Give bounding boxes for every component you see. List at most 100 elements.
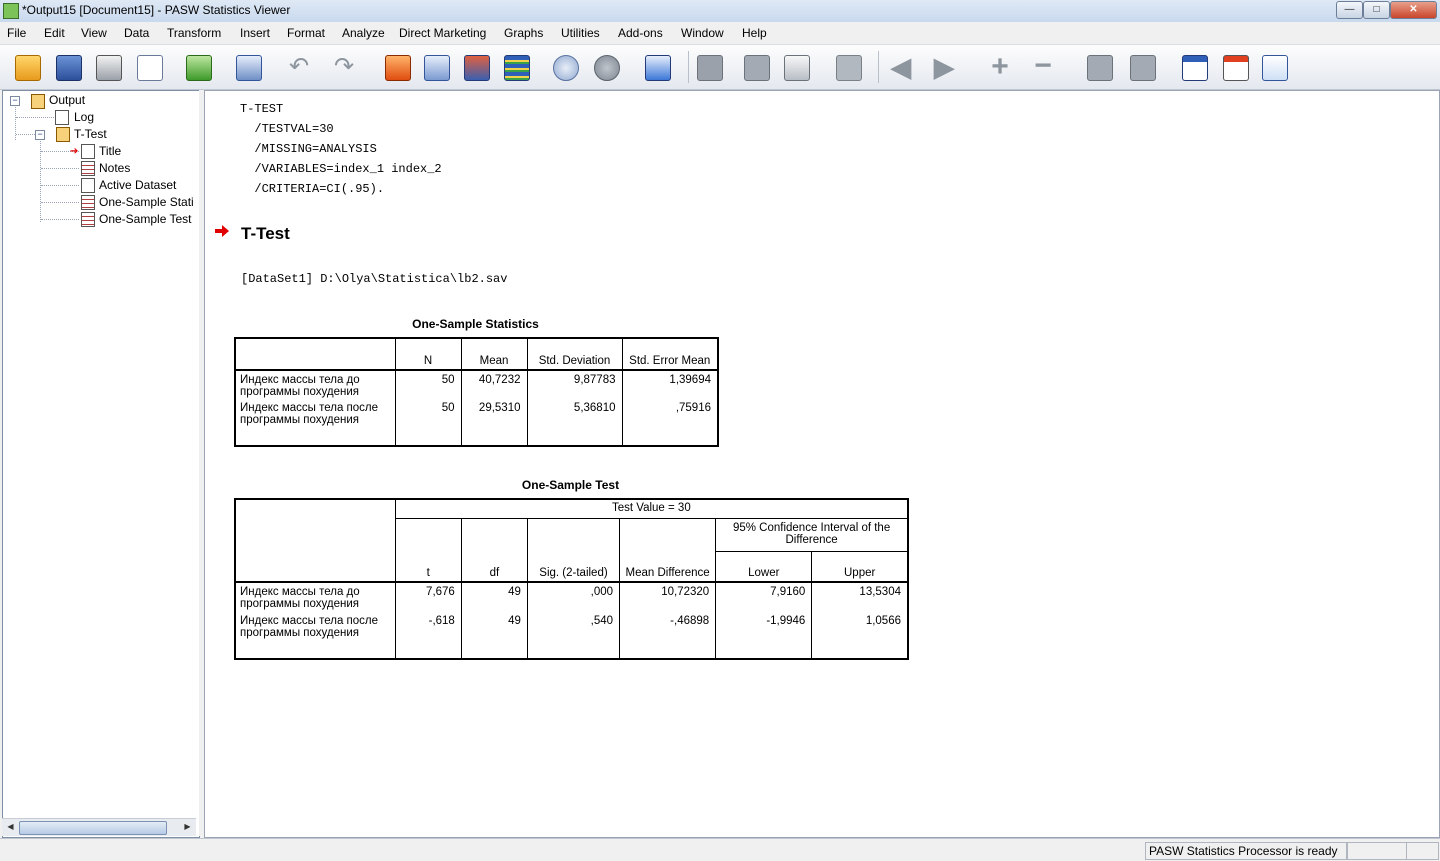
- tree-line: [41, 202, 79, 203]
- maximize-button[interactable]: □: [1363, 1, 1390, 19]
- cell-se: 1,39694: [621, 370, 718, 402]
- export-table-icon[interactable]: [1259, 52, 1289, 82]
- scroll-left-arrow-icon[interactable]: ◀: [4, 821, 17, 833]
- menu-bar: File Edit View Data Transform Insert For…: [0, 22, 1440, 44]
- cell-lower: -1,9946: [715, 615, 812, 659]
- pivot-icon[interactable]: [1179, 52, 1209, 82]
- variables-icon[interactable]: [501, 52, 531, 82]
- row-label: Индекс массы тела после программы похуде…: [240, 615, 379, 639]
- cell-t: -,618: [394, 615, 462, 659]
- export-icon[interactable]: [183, 52, 213, 82]
- show-all-icon[interactable]: [591, 52, 621, 82]
- menu-utilities[interactable]: Utilities: [561, 26, 600, 40]
- menu-add-ons[interactable]: Add-ons: [618, 26, 663, 40]
- menu-file[interactable]: File: [7, 26, 26, 40]
- cell-mean-difference: 10,72320: [619, 582, 716, 615]
- goto-case-icon[interactable]: [421, 52, 451, 82]
- hide-icon[interactable]: [1127, 52, 1157, 82]
- row-label: Индекс массы тела до программы похудения: [240, 374, 360, 398]
- menu-format[interactable]: Format: [287, 26, 325, 40]
- header-df: df: [460, 518, 528, 583]
- print-icon[interactable]: [93, 52, 123, 82]
- outline-horizontal-scrollbar[interactable]: ◀ ▶: [2, 818, 196, 836]
- forward-icon[interactable]: ▶: [929, 52, 959, 82]
- menu-analyze[interactable]: Analyze: [342, 26, 385, 40]
- title-bar: *Output15 [Document15] - PASW Statistics…: [0, 0, 1440, 23]
- cell-sd: 5,36810: [526, 402, 622, 446]
- menu-transform[interactable]: Transform: [167, 26, 221, 40]
- one-sample-test-table[interactable]: Test Value = 30 t df Sig. (2-tailed) Mea…: [234, 498, 909, 660]
- cell-sd: 9,87783: [526, 370, 622, 402]
- window-title: *Output15 [Document15] - PASW Statistics…: [22, 3, 291, 17]
- insert-heading-icon[interactable]: [741, 52, 771, 82]
- table-row: Индекс массы тела до программы похудения…: [235, 582, 908, 615]
- toolbar-separator: [688, 51, 689, 83]
- select-cases-icon[interactable]: [642, 52, 672, 82]
- show-icon[interactable]: [1084, 52, 1114, 82]
- export-outline-icon[interactable]: [1220, 52, 1250, 82]
- stats-table-icon: [81, 195, 95, 210]
- header-lower: Lower: [715, 551, 812, 583]
- scroll-thumb[interactable]: [19, 821, 167, 835]
- collapse-icon[interactable]: −: [1028, 51, 1058, 82]
- cell-se: ,75916: [621, 402, 718, 446]
- header-std-deviation: Std. Deviation: [526, 338, 622, 371]
- cell-sig: ,540: [526, 615, 620, 659]
- redo-icon[interactable]: ↷: [329, 52, 359, 82]
- menu-graphs[interactable]: Graphs: [504, 26, 543, 40]
- collapse-ttest-toggle[interactable]: −: [35, 130, 45, 140]
- section-title: T-Test: [241, 224, 290, 243]
- table-row: Индекс массы тела до программы похудения…: [235, 370, 718, 402]
- cell-upper: 1,0566: [811, 615, 908, 659]
- goto-variable-icon[interactable]: [461, 52, 491, 82]
- test-table-title: One-Sample Test: [521, 478, 620, 492]
- output-contents-pane: T-TEST /TESTVAL=30 /MISSING=ANALYSIS /VA…: [204, 90, 1440, 838]
- goto-data-icon[interactable]: [382, 52, 412, 82]
- title-doc-icon: [81, 144, 95, 159]
- pasw-app-icon: [3, 3, 19, 19]
- pane-splitter[interactable]: [199, 90, 203, 836]
- status-bar: PASW Statistics Processor is ready: [0, 838, 1440, 861]
- use-sets-icon[interactable]: [550, 52, 580, 82]
- cell-sig: ,000: [526, 582, 620, 615]
- tree-line: [41, 168, 79, 169]
- menu-window[interactable]: Window: [681, 26, 724, 40]
- menu-help[interactable]: Help: [742, 26, 767, 40]
- one-sample-statistics-table[interactable]: N Mean Std. Deviation Std. Error Mean Ин…: [234, 337, 719, 447]
- cell-upper: 13,5304: [811, 582, 908, 615]
- print-preview-icon[interactable]: [134, 52, 164, 82]
- expand-icon[interactable]: +: [985, 52, 1015, 82]
- menu-view[interactable]: View: [81, 26, 107, 40]
- insert-title-icon[interactable]: [781, 52, 811, 82]
- cell-df: 49: [460, 582, 528, 615]
- open-icon[interactable]: [12, 52, 42, 82]
- cell-lower: 7,9160: [715, 582, 812, 615]
- header-blank: [235, 338, 395, 371]
- undo-icon[interactable]: ↶: [284, 52, 314, 82]
- menu-direct-marketing[interactable]: Direct Marketing: [399, 26, 486, 40]
- scroll-right-arrow-icon[interactable]: ▶: [181, 821, 194, 833]
- header-mean: Mean: [460, 338, 527, 371]
- menu-edit[interactable]: Edit: [44, 26, 65, 40]
- resize-grip[interactable]: [1406, 842, 1439, 860]
- menu-data[interactable]: Data: [124, 26, 149, 40]
- back-icon[interactable]: ◀: [886, 52, 916, 82]
- test-value-row: Test Value = 30: [235, 499, 908, 583]
- designate-window-icon[interactable]: [694, 52, 724, 82]
- insert-text-icon[interactable]: [833, 52, 863, 82]
- active-dataset-doc-icon: [81, 178, 95, 193]
- recall-dialog-icon[interactable]: [233, 52, 263, 82]
- outline-pane: − Output Log − T-Test ➔ Title Notes Acti…: [2, 90, 200, 838]
- close-button[interactable]: ✕: [1390, 1, 1437, 19]
- test-table-icon: [81, 212, 95, 227]
- collapse-output-toggle[interactable]: −: [10, 96, 20, 106]
- syntax-log: T-TEST /TESTVAL=30 /MISSING=ANALYSIS /VA…: [240, 99, 442, 199]
- header-blank: [235, 499, 396, 583]
- row-label: Индекс массы тела после программы похуде…: [240, 402, 379, 426]
- save-icon[interactable]: [53, 52, 83, 82]
- current-output-arrow-icon: [215, 225, 229, 237]
- log-icon: [55, 110, 69, 125]
- minimize-button[interactable]: —: [1336, 1, 1363, 19]
- menu-insert[interactable]: Insert: [240, 26, 270, 40]
- table-row: Индекс массы тела после программы похуде…: [235, 615, 908, 659]
